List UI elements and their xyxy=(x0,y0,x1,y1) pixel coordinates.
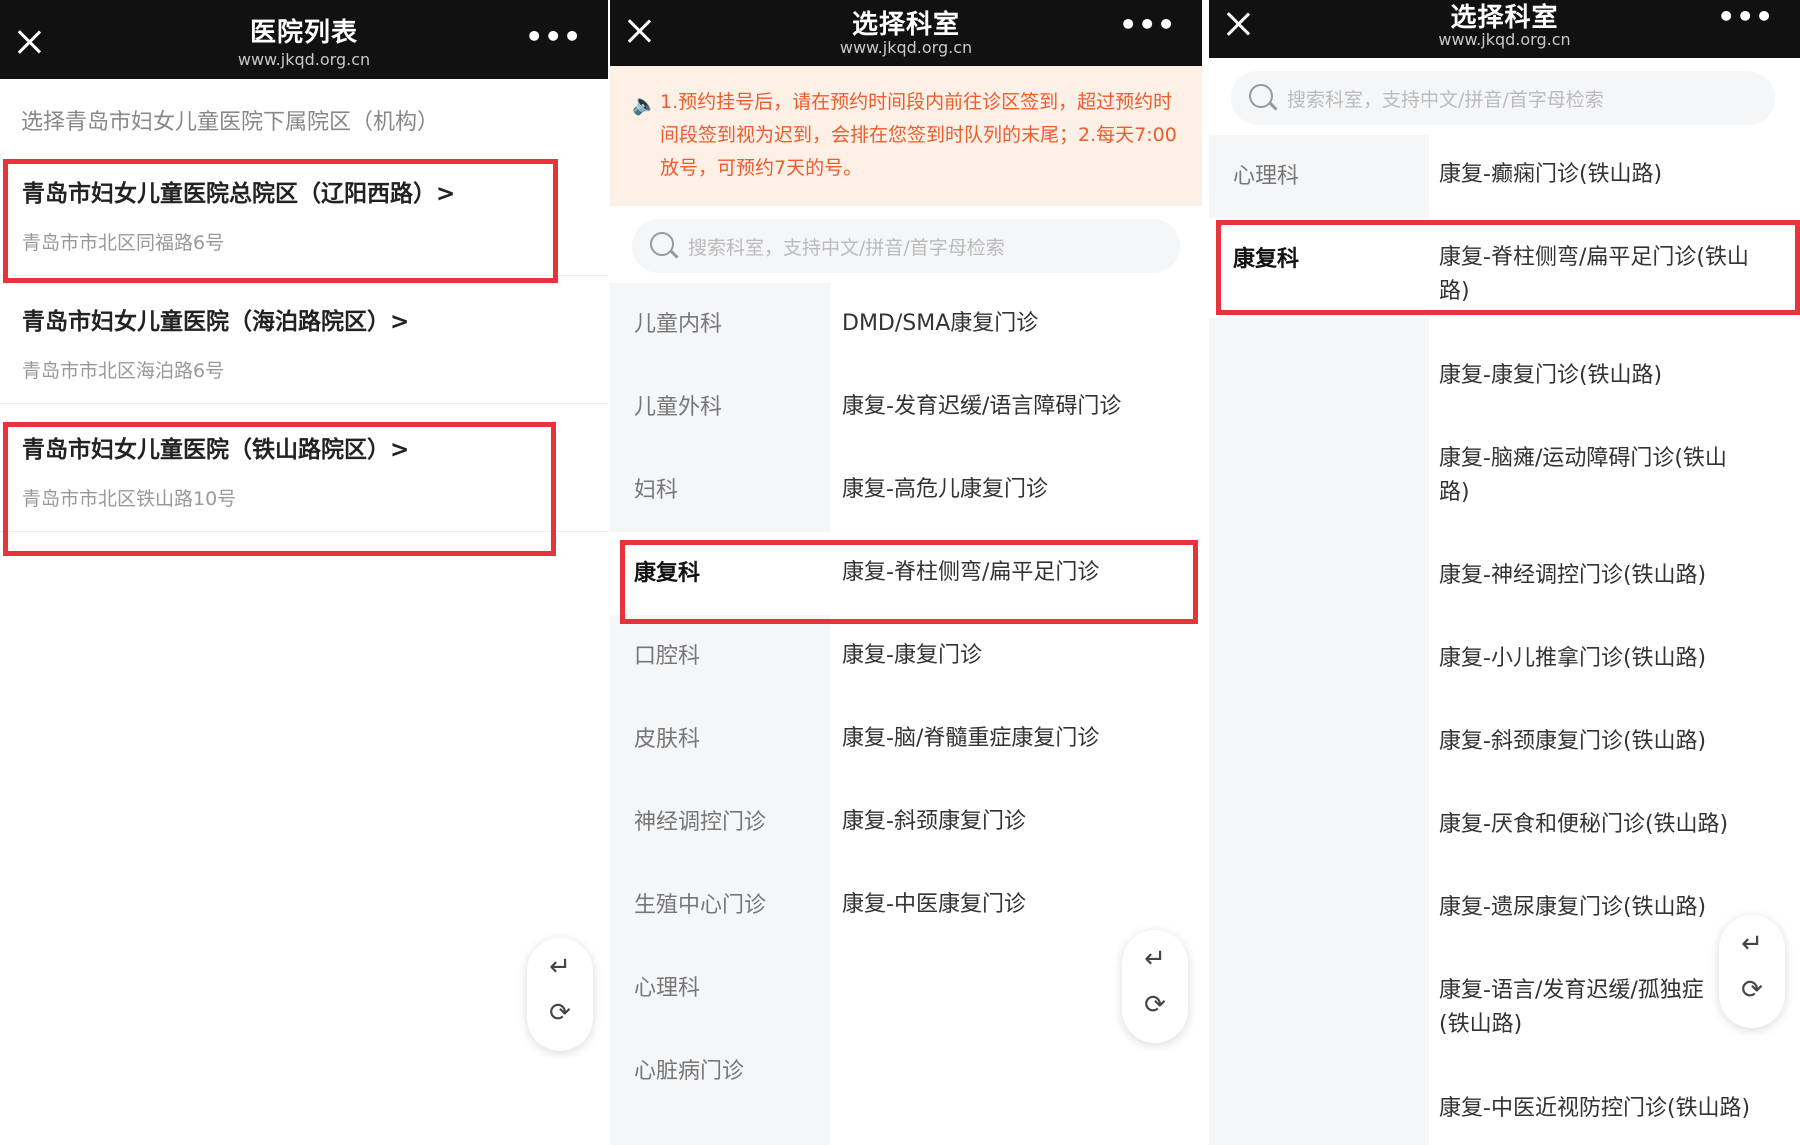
clinic-item[interactable]: 康复-脑/脊髓重症康复门诊 xyxy=(842,722,1099,756)
clinic-item[interactable]: 康复-厌食和便秘门诊(铁山路) xyxy=(1439,808,1784,842)
page-url: www.jkqd.org.cn xyxy=(237,50,371,69)
clinic-item[interactable]: 康复-斜颈康复门诊 xyxy=(842,805,1026,839)
clinic-item[interactable]: 康复-脊柱侧弯/扁平足门诊(铁山 路) xyxy=(1439,241,1784,309)
search-icon xyxy=(1249,84,1273,108)
clinic-item[interactable]: 康复-康复门诊(铁山路) xyxy=(1439,359,1784,393)
refresh-icon[interactable]: ⟳ xyxy=(1719,975,1785,1005)
clinic-label: 康复-厌食和便秘门诊(铁山路) xyxy=(1439,812,1729,837)
clinic-item[interactable]: 康复-发育迟缓/语言障碍门诊 xyxy=(842,390,1121,424)
hospital-address: 青岛市市北区同福路6号 xyxy=(22,232,225,254)
notice-text: 1.预约挂号后，请在预约时间段内前往诊区签到，超过预约时间段签到视为迟到，会排在… xyxy=(660,91,1177,179)
department-panel-tieshan: 选择科室 www.jkqd.org.cn ••• 搜索科室，支持中文/拼音/首字… xyxy=(1209,0,1800,1145)
back-icon[interactable]: ↵ xyxy=(1122,944,1188,974)
department-item[interactable]: 心理科 xyxy=(1209,135,1429,218)
department-item[interactable]: 儿童内科 xyxy=(610,283,830,366)
clinic-label: 康复-脊柱侧弯/扁平足门诊(铁山 xyxy=(1439,245,1749,270)
more-icon[interactable]: ••• xyxy=(525,20,582,53)
page-title: 选择科室 xyxy=(1450,3,1559,33)
notice-banner: 🔈 1.预约挂号后，请在预约时间段内前往诊区签到，超过预约时间段签到视为迟到，会… xyxy=(610,66,1202,206)
page-subtitle: 选择青岛市妇女儿童医院下属院区（机构） xyxy=(21,110,440,135)
department-item-active[interactable]: 康复科 xyxy=(1209,218,1429,318)
clinic-label: 路) xyxy=(1439,480,1470,505)
page-url: www.jkqd.org.cn xyxy=(1438,30,1571,49)
clinic-item[interactable]: 康复-中医近视防控门诊(铁山路) xyxy=(1439,1092,1784,1126)
top-bar: 选择科室 www.jkqd.org.cn ••• xyxy=(610,0,1202,66)
hospital-name: 青岛市妇女儿童医院总院区（辽阳西路）> xyxy=(22,181,456,207)
department-item[interactable]: 妇科 xyxy=(610,449,830,532)
department-item-active[interactable]: 康复科 xyxy=(610,532,830,615)
search-bar[interactable]: 搜索科室，支持中文/拼音/首字母检索 xyxy=(632,219,1180,273)
clinic-label: 路) xyxy=(1439,279,1470,304)
page-title: 选择科室 xyxy=(851,10,960,40)
clinic-item[interactable]: 康复-高危儿康复门诊 xyxy=(842,473,1048,507)
search-bar[interactable]: 搜索科室，支持中文/拼音/首字母检索 xyxy=(1231,71,1775,125)
hospital-name: 青岛市妇女儿童医院（铁山路院区）> xyxy=(22,437,410,463)
department-item[interactable]: 儿童外科 xyxy=(610,366,830,449)
department-item[interactable]: 心理科 xyxy=(610,947,830,1030)
department-item[interactable]: 口腔科 xyxy=(610,615,830,698)
clinic-item[interactable]: 康复-小儿推拿门诊(铁山路) xyxy=(1439,642,1784,676)
clinic-item[interactable]: 康复-癫痫门诊(铁山路) xyxy=(1439,158,1784,192)
department-panel: 选择科室 www.jkqd.org.cn ••• 🔈 1.预约挂号后，请在预约时… xyxy=(610,0,1202,1145)
clinic-item[interactable]: 康复-中医康复门诊 xyxy=(842,888,1026,922)
clinic-label: 康复-小儿推拿门诊(铁山路) xyxy=(1439,646,1707,671)
search-placeholder: 搜索科室，支持中文/拼音/首字母检索 xyxy=(1287,89,1604,111)
speaker-icon: 🔈 xyxy=(632,92,657,116)
float-toolbar: ↵ ⟳ xyxy=(1719,915,1785,1028)
back-icon[interactable]: ↵ xyxy=(1719,929,1785,959)
more-icon[interactable]: ••• xyxy=(1119,8,1176,41)
department-item[interactable]: 心脏病门诊 xyxy=(610,1030,830,1113)
hospital-item[interactable]: 青岛市妇女儿童医院（铁山路院区）> 青岛市市北区铁山路10号 xyxy=(0,404,608,532)
department-item[interactable]: 皮肤科 xyxy=(610,698,830,781)
clinic-label: 康复-中医近视防控门诊(铁山路) xyxy=(1439,1096,1751,1121)
hospital-name: 青岛市妇女儿童医院（海泊路院区）> xyxy=(22,309,410,335)
hospital-item[interactable]: 青岛市妇女儿童医院（海泊路院区）> 青岛市市北区海泊路6号 xyxy=(0,276,608,404)
back-icon[interactable]: ↵ xyxy=(527,952,593,982)
department-item[interactable]: 神经调控门诊 xyxy=(610,781,830,864)
clinic-item[interactable]: 康复-康复门诊 xyxy=(842,639,982,673)
float-toolbar: ↵ ⟳ xyxy=(527,938,593,1051)
search-icon xyxy=(650,232,674,256)
clinic-label: 康复-神经调控门诊(铁山路) xyxy=(1439,563,1707,588)
top-bar: 选择科室 www.jkqd.org.cn ••• xyxy=(1209,0,1800,58)
department-item[interactable]: 生殖中心门诊 xyxy=(610,864,830,947)
clinic-label: 康复-斜颈康复门诊(铁山路) xyxy=(1439,729,1707,754)
clinic-label: 康复-癫痫门诊(铁山路) xyxy=(1439,162,1663,187)
page-url: www.jkqd.org.cn xyxy=(839,38,973,57)
hospital-item[interactable]: 青岛市妇女儿童医院总院区（辽阳西路）> 青岛市市北区同福路6号 xyxy=(0,148,608,276)
clinic-label: 康复-康复门诊(铁山路) xyxy=(1439,363,1663,388)
refresh-icon[interactable]: ⟳ xyxy=(527,998,593,1028)
float-toolbar: ↵ ⟳ xyxy=(1122,930,1188,1043)
clinic-item[interactable]: 康复-脊柱侧弯/扁平足门诊 xyxy=(842,556,1099,590)
clinic-item[interactable]: 康复-脑瘫/运动障碍门诊(铁山 路) xyxy=(1439,442,1784,510)
clinic-item[interactable]: 康复-神经调控门诊(铁山路) xyxy=(1439,559,1784,593)
page-title: 医院列表 xyxy=(249,18,358,48)
hospital-address: 青岛市市北区海泊路6号 xyxy=(22,360,225,382)
clinic-label: 康复-脑瘫/运动障碍门诊(铁山 xyxy=(1439,446,1727,471)
refresh-icon[interactable]: ⟳ xyxy=(1122,990,1188,1020)
clinic-item[interactable]: 康复-斜颈康复门诊(铁山路) xyxy=(1439,725,1784,759)
top-bar: 医院列表 www.jkqd.org.cn ••• xyxy=(0,0,608,79)
hospital-address: 青岛市市北区铁山路10号 xyxy=(22,488,237,510)
hospital-list-panel: 医院列表 www.jkqd.org.cn ••• 选择青岛市妇女儿童医院下属院区… xyxy=(0,0,608,1145)
search-placeholder: 搜索科室，支持中文/拼音/首字母检索 xyxy=(688,237,1005,259)
clinic-item[interactable]: DMD/SMA康复门诊 xyxy=(842,307,1038,341)
more-icon[interactable]: ••• xyxy=(1717,0,1774,33)
